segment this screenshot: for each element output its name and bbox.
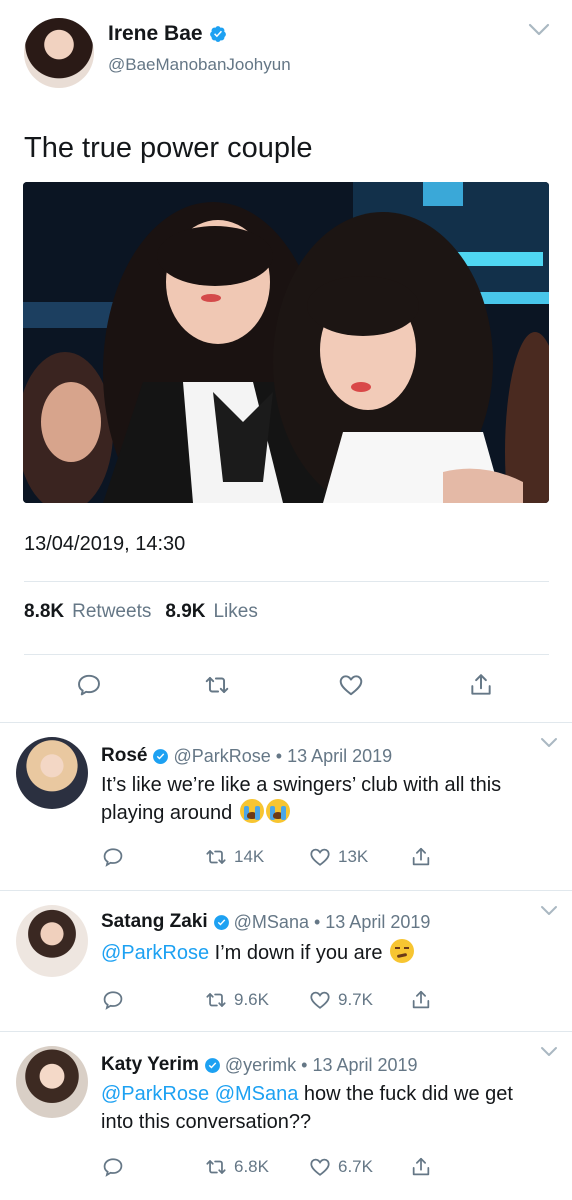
verified-badge-icon xyxy=(153,748,169,764)
chevron-down-icon[interactable] xyxy=(540,737,558,749)
heart-icon xyxy=(310,848,330,866)
retweet-button[interactable]: 9.6K xyxy=(204,989,269,1011)
reply-tweet[interactable]: Katy Yerim @yerimk • 13 April 2019 @Park… xyxy=(0,1032,572,1200)
like-count: 13K xyxy=(338,847,369,866)
like-button[interactable]: 13K xyxy=(308,846,368,868)
crying-emoji-icon xyxy=(239,799,264,823)
reply-text: @ParkRose I’m down if you are xyxy=(101,939,541,967)
share-button[interactable] xyxy=(410,1156,432,1178)
reply-text-body: It’s like we’re like a swingers’ club wi… xyxy=(101,774,502,824)
verified-badge-icon xyxy=(213,914,229,930)
avatar[interactable] xyxy=(16,737,88,809)
heart-icon xyxy=(310,1158,330,1176)
heart-icon xyxy=(310,991,330,1009)
retweet-count: 9.6K xyxy=(234,990,269,1009)
reply-date[interactable]: 13 April 2019 xyxy=(325,912,430,933)
tweet-stats: 8.8K Retweets 8.9K Likes xyxy=(24,601,264,623)
author-name[interactable]: Rosé xyxy=(101,745,147,767)
separator-dot: • xyxy=(301,1054,308,1075)
avatar[interactable] xyxy=(24,18,94,88)
share-button[interactable] xyxy=(410,989,432,1011)
share-icon[interactable] xyxy=(468,672,494,698)
like-button[interactable]: 6.7K xyxy=(308,1156,373,1178)
retweet-icon xyxy=(206,1160,226,1174)
reply-button[interactable] xyxy=(102,1156,124,1178)
mention-link[interactable]: @ParkRose xyxy=(101,942,209,964)
reply-date[interactable]: 13 April 2019 xyxy=(312,1055,417,1076)
retweets-count[interactable]: 8.8K xyxy=(24,601,64,623)
chevron-down-icon[interactable] xyxy=(540,905,558,917)
retweet-icon xyxy=(206,993,226,1007)
reply-tweet[interactable]: Satang Zaki @MSana • 13 April 2019 @Park… xyxy=(0,891,572,1031)
tweet-timestamp: 13/04/2019, 14:30 xyxy=(24,533,186,555)
tweet-actions xyxy=(0,672,572,706)
retweet-count: 14K xyxy=(234,847,265,866)
share-button[interactable] xyxy=(410,846,432,868)
reply-text: @ParkRose @MSana how the fuck did we get… xyxy=(101,1080,541,1136)
retweet-button[interactable]: 14K xyxy=(204,846,264,868)
reply-icon xyxy=(103,1158,123,1177)
retweet-icon[interactable] xyxy=(204,672,230,698)
reply-date[interactable]: 13 April 2019 xyxy=(287,746,392,767)
reply-header: Katy Yerim @yerimk • 13 April 2019 xyxy=(101,1054,418,1076)
author-name[interactable]: Irene Bae xyxy=(108,22,203,46)
reply-actions: 14K 13K xyxy=(0,846,572,870)
reply-button[interactable] xyxy=(102,989,124,1011)
like-count: 6.7K xyxy=(338,1157,373,1176)
author-name[interactable]: Satang Zaki xyxy=(101,911,208,933)
like-button[interactable]: 9.7K xyxy=(308,989,373,1011)
divider xyxy=(24,654,549,655)
separator-dot: • xyxy=(313,911,321,932)
tweet-text: The true power couple xyxy=(24,132,313,164)
share-icon xyxy=(412,1157,430,1176)
reply-tweet[interactable]: Rosé @ParkRose • 13 April 2019 It’s like… xyxy=(0,723,572,890)
author-handle[interactable]: @yerimk xyxy=(225,1055,296,1076)
heart-icon[interactable] xyxy=(338,672,364,698)
retweet-count: 6.8K xyxy=(234,1157,269,1176)
divider xyxy=(24,581,549,582)
author-handle[interactable]: @MSana xyxy=(234,912,309,933)
retweet-button[interactable]: 6.8K xyxy=(204,1156,269,1178)
retweet-icon xyxy=(206,850,226,864)
reply-icon xyxy=(103,848,123,867)
mention-link[interactable]: @ParkRose xyxy=(101,1083,209,1105)
mention-link[interactable]: @MSana xyxy=(215,1083,299,1105)
verified-badge-icon xyxy=(204,1057,220,1073)
author-name[interactable]: Katy Yerim xyxy=(101,1054,199,1076)
verified-badge-icon xyxy=(209,26,226,42)
crying-emoji-icon xyxy=(265,799,290,823)
chevron-down-icon[interactable] xyxy=(528,22,550,38)
share-icon xyxy=(412,847,430,866)
separator-dot: • xyxy=(275,745,283,766)
likes-label[interactable]: Likes xyxy=(213,601,257,623)
retweets-label[interactable]: Retweets xyxy=(72,601,151,623)
reply-icon[interactable] xyxy=(76,672,102,698)
reply-icon xyxy=(103,991,123,1010)
reply-text: It’s like we’re like a swingers’ club wi… xyxy=(101,771,541,827)
main-tweet: Irene Bae @BaeManobanJoohyun The true po… xyxy=(0,0,572,722)
author-row: Irene Bae xyxy=(108,22,227,46)
likes-count[interactable]: 8.9K xyxy=(165,601,205,623)
like-count: 9.7K xyxy=(338,990,373,1009)
reply-header: Satang Zaki @MSana • 13 April 2019 xyxy=(101,911,430,933)
reply-header: Rosé @ParkRose • 13 April 2019 xyxy=(101,745,392,767)
avatar[interactable] xyxy=(16,905,88,977)
reply-button[interactable] xyxy=(102,846,124,868)
author-handle[interactable]: @BaeManobanJoohyun xyxy=(108,55,291,75)
reply-text-body: I’m down if you are xyxy=(209,942,383,964)
share-icon xyxy=(412,990,430,1009)
tweet-photo[interactable] xyxy=(23,182,549,503)
reply-actions: 6.8K 6.7K xyxy=(0,1156,572,1180)
author-handle[interactable]: @ParkRose xyxy=(173,746,270,767)
smirk-emoji-icon xyxy=(390,939,415,963)
avatar[interactable] xyxy=(16,1046,88,1118)
reply-actions: 9.6K 9.7K xyxy=(0,989,572,1013)
chevron-down-icon[interactable] xyxy=(540,1046,558,1058)
